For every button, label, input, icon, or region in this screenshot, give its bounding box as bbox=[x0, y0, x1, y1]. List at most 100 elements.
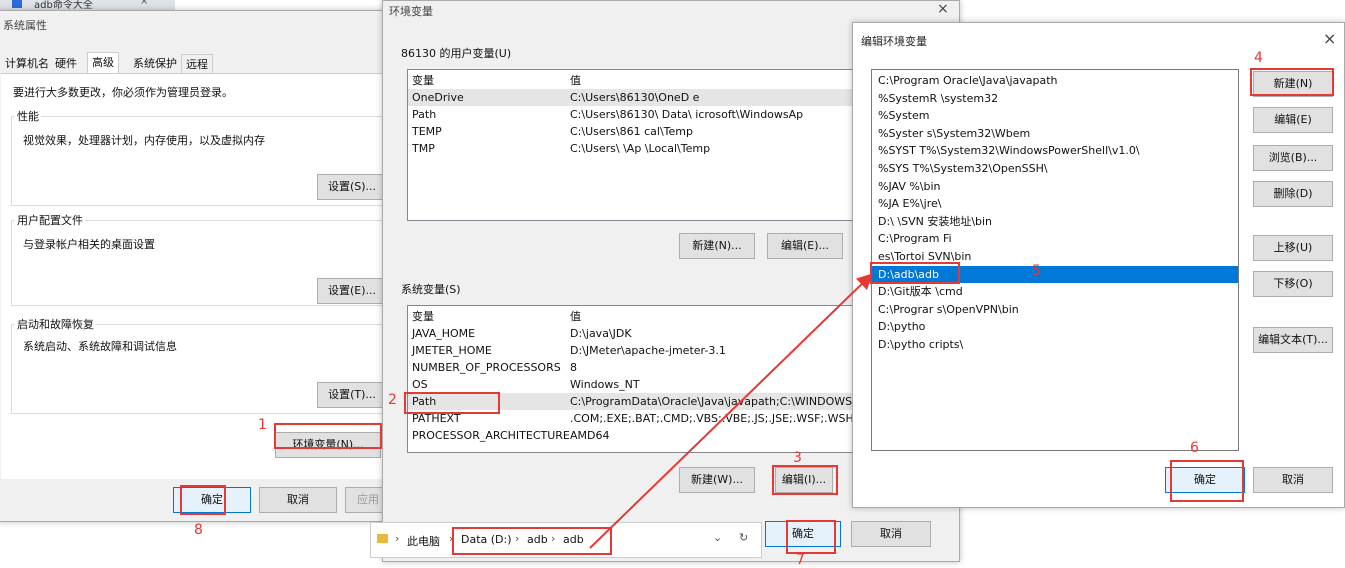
table-row[interactable]: PROCESSOR_ARCHITECTURE AMD64 bbox=[408, 427, 878, 444]
window-title: 编辑环境变量 bbox=[861, 35, 927, 48]
path-entries-list[interactable]: C:\Program Oracle\Java\javapath %SystemR… bbox=[871, 69, 1239, 451]
list-header: 变量 值 bbox=[408, 308, 878, 325]
table-row[interactable]: OneDrive C:\Users\86130\OneD e bbox=[408, 89, 878, 106]
tab-content: 要进行大多数更改，你必须作为管理员登录。 性能 视觉效果，处理器计划，内存使用，… bbox=[1, 73, 393, 479]
var-value: .COM;.EXE;.BAT;.CMD;.VBS;.VBE;.JS;.JSE;.… bbox=[570, 412, 878, 425]
highlight-address-path bbox=[452, 527, 612, 555]
tab-remote[interactable]: 远程 bbox=[181, 54, 213, 75]
system-new-button[interactable]: 新建(W)... bbox=[679, 467, 755, 493]
entry-browse-button[interactable]: 浏览(B)... bbox=[1253, 145, 1333, 171]
admin-note: 要进行大多数更改，你必须作为管理员登录。 bbox=[13, 86, 233, 99]
annotation-number: 5 bbox=[1032, 263, 1041, 279]
list-item[interactable]: %System bbox=[872, 107, 1238, 125]
column-header-variable: 变量 bbox=[412, 310, 434, 323]
profile-label: 用户配置文件 bbox=[15, 212, 85, 228]
performance-settings-button[interactable]: 设置(S)... bbox=[317, 174, 387, 200]
table-row[interactable]: Path C:\Users\86130\ Data\ icrosoft\Wind… bbox=[408, 106, 878, 123]
system-vars-label: 系统变量(S) bbox=[401, 283, 461, 296]
chevron-down-icon[interactable]: ⌄ bbox=[713, 531, 722, 544]
var-value: C:\ProgramData\Oracle\Java\javapath;C:\W… bbox=[570, 395, 869, 408]
browser-tab-label: adb命令大全 bbox=[34, 0, 93, 10]
list-item[interactable]: %SYS T%\System32\OpenSSH\ bbox=[872, 160, 1238, 178]
var-name: PROCESSOR_ARCHITECTURE bbox=[412, 429, 570, 442]
highlight-editenv-ok bbox=[1170, 460, 1244, 502]
list-item[interactable]: %JAV %\bin bbox=[872, 178, 1238, 196]
var-value: C:\Users\861 cal\Temp bbox=[570, 125, 693, 138]
annotation-number: 4 bbox=[1254, 50, 1263, 66]
list-item[interactable]: D:\Git版本 \cmd bbox=[872, 283, 1238, 301]
highlight-sysprops-ok bbox=[180, 485, 226, 515]
annotation-number: 3 bbox=[793, 450, 802, 466]
profile-desc: 与登录帐户相关的桌面设置 bbox=[23, 238, 155, 251]
startup-label: 启动和故障恢复 bbox=[15, 316, 96, 332]
var-name: JAVA_HOME bbox=[412, 327, 476, 340]
browser-tab-close-icon[interactable]: × bbox=[140, 0, 148, 7]
list-item[interactable]: D:\pytho bbox=[872, 318, 1238, 336]
table-row[interactable]: OS Windows_NT bbox=[408, 376, 878, 393]
var-value: D:\JMeter\apache-jmeter-3.1 bbox=[570, 344, 726, 357]
var-value: C:\Users\86130\OneD e bbox=[570, 91, 700, 104]
tab-advanced[interactable]: 高级 bbox=[87, 52, 119, 75]
user-edit-button[interactable]: 编辑(E)... bbox=[767, 233, 843, 259]
list-item[interactable]: %JA E%\jre\ bbox=[872, 195, 1238, 213]
move-down-button[interactable]: 下移(O) bbox=[1253, 271, 1333, 297]
list-item[interactable]: C:\Program Oracle\Java\javapath bbox=[872, 72, 1238, 90]
table-row[interactable]: TMP C:\Users\ \Ap \Local\Temp bbox=[408, 140, 878, 157]
column-header-value: 值 bbox=[570, 310, 581, 323]
list-item[interactable]: C:\Program Fi bbox=[872, 230, 1238, 248]
folder-icon bbox=[377, 534, 388, 543]
var-name: OS bbox=[412, 378, 428, 391]
annotation-number: 1 bbox=[258, 417, 267, 433]
list-item[interactable]: D:\pytho cripts\ bbox=[872, 336, 1238, 354]
startup-settings-button[interactable]: 设置(T)... bbox=[317, 382, 387, 408]
table-row[interactable]: TEMP C:\Users\861 cal\Temp bbox=[408, 123, 878, 140]
entry-edit-button[interactable]: 编辑(E) bbox=[1253, 107, 1333, 133]
highlight-system-edit bbox=[772, 465, 838, 495]
list-item[interactable]: %Syster s\System32\Wbem bbox=[872, 125, 1238, 143]
annotation-number: 6 bbox=[1190, 440, 1199, 456]
editenv-cancel-button[interactable]: 取消 bbox=[1253, 467, 1333, 493]
move-up-button[interactable]: 上移(U) bbox=[1253, 235, 1333, 261]
edit-text-button[interactable]: 编辑文本(T)... bbox=[1253, 327, 1333, 353]
list-item[interactable]: %SystemR \system32 bbox=[872, 90, 1238, 108]
list-item[interactable]: %SYST T%\System32\WindowsPowerShell\v1.0… bbox=[872, 142, 1238, 160]
list-item[interactable]: C:\Prograr s\OpenVPN\bin bbox=[872, 301, 1238, 319]
highlight-path-row bbox=[404, 392, 500, 414]
performance-desc: 视觉效果，处理器计划，内存使用，以及虚拟内存 bbox=[23, 134, 265, 147]
close-icon[interactable]: × bbox=[937, 1, 949, 17]
column-header-variable: 变量 bbox=[412, 74, 434, 87]
close-icon[interactable]: × bbox=[1323, 29, 1336, 48]
envvars-cancel-button[interactable]: 取消 bbox=[851, 521, 931, 547]
highlight-new-button bbox=[1250, 68, 1334, 96]
window-title: 环境变量 bbox=[389, 5, 433, 18]
var-name: Path bbox=[412, 108, 437, 121]
refresh-icon[interactable]: ↻ bbox=[739, 531, 748, 544]
sysprops-cancel-button[interactable]: 取消 bbox=[259, 487, 337, 513]
user-vars-list[interactable]: 变量 值 OneDrive C:\Users\86130\OneD e Path… bbox=[407, 69, 879, 221]
var-value: Windows_NT bbox=[570, 378, 640, 391]
table-row[interactable]: NUMBER_OF_PROCESSORS 8 bbox=[408, 359, 878, 376]
var-name: TMP bbox=[412, 142, 435, 155]
annotation-number: 8 bbox=[194, 522, 203, 538]
tab-computer-name[interactable]: 计算机名 bbox=[1, 54, 53, 74]
tab-hardware[interactable]: 硬件 bbox=[51, 54, 81, 74]
user-new-button[interactable]: 新建(N)... bbox=[679, 233, 755, 259]
table-row[interactable]: JMETER_HOME D:\JMeter\apache-jmeter-3.1 bbox=[408, 342, 878, 359]
highlight-envvars-ok bbox=[786, 520, 836, 554]
performance-label: 性能 bbox=[15, 108, 41, 124]
system-vars-list[interactable]: 变量 值 JAVA_HOME D:\java\JDK JMETER_HOME D… bbox=[407, 305, 879, 453]
startup-desc: 系统启动、系统故障和调试信息 bbox=[23, 340, 177, 353]
var-value: D:\java\JDK bbox=[570, 327, 632, 340]
browser-tab[interactable]: adb命令大全 × bbox=[0, 0, 175, 10]
breadcrumb-item[interactable]: 此电脑 bbox=[407, 533, 440, 549]
column-header-value: 值 bbox=[570, 74, 581, 87]
list-item[interactable]: D:\ \SVN 安装地址\bin bbox=[872, 213, 1238, 231]
highlight-adb-entry bbox=[870, 262, 960, 284]
tab-system-protection[interactable]: 系统保护 bbox=[129, 54, 181, 74]
var-value: C:\Users\ \Ap \Local\Temp bbox=[570, 142, 711, 155]
profile-settings-button[interactable]: 设置(E)... bbox=[317, 278, 387, 304]
entry-delete-button[interactable]: 删除(D) bbox=[1253, 181, 1333, 207]
table-row[interactable]: JAVA_HOME D:\java\JDK bbox=[408, 325, 878, 342]
list-header: 变量 值 bbox=[408, 72, 878, 89]
var-name: OneDrive bbox=[412, 91, 464, 104]
